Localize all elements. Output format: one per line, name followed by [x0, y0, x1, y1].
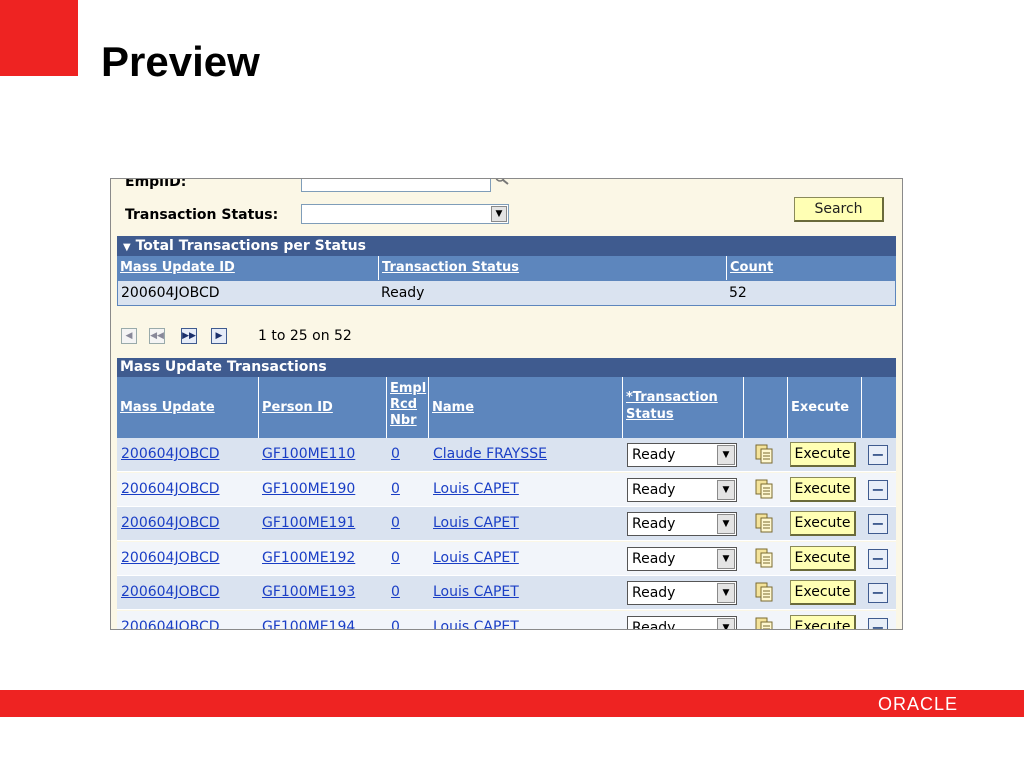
chevron-down-icon[interactable]: ▼ [717, 583, 735, 603]
name-link[interactable]: Claude FRAYSSE [429, 446, 547, 462]
name-link[interactable]: Louis CAPET [429, 515, 519, 531]
emplid-label: EmplID: [125, 178, 187, 190]
totals-count: 52 [729, 285, 747, 301]
delete-row-button[interactable]: − [868, 549, 888, 569]
oracle-logo: ORACLE [877, 694, 958, 714]
transaction-details-icon[interactable] [755, 444, 773, 464]
mass-update-link[interactable]: 200604JOBCD [117, 619, 220, 629]
person-id-link[interactable]: GF100ME190 [258, 481, 355, 497]
delete-row-button[interactable]: − [868, 445, 888, 465]
transactions-grid-title: Mass Update Transactions [117, 358, 896, 377]
transaction-status-dropdown[interactable]: Ready ▼ [627, 547, 737, 571]
transaction-status-label: Transaction Status: [125, 207, 279, 223]
pager-text: 1 to 25 on 52 [258, 328, 352, 344]
totals-mass-update-id: 200604JOBCD [121, 285, 220, 301]
person-id-link[interactable]: GF100ME191 [258, 515, 355, 531]
execute-button[interactable]: Execute [790, 615, 856, 629]
transaction-details-icon[interactable] [755, 582, 773, 602]
transaction-status-dropdown[interactable]: Ready ▼ [627, 616, 737, 629]
name-link[interactable]: Louis CAPET [429, 619, 519, 629]
col-execute: Execute [788, 377, 862, 438]
col-details [744, 377, 788, 438]
peoplesoft-screenshot: EmplID: Transaction Status: ▼ Search ▼ T… [110, 178, 903, 630]
transaction-status-select[interactable]: ▼ [301, 204, 509, 224]
transaction-details-icon[interactable] [755, 513, 773, 533]
col-status-line1: *Transaction [626, 390, 718, 405]
totals-status: Ready [381, 285, 425, 301]
chevron-down-icon[interactable]: ▼ [717, 445, 735, 465]
previous-page-icon[interactable]: ◀◀ [149, 328, 165, 344]
execute-button[interactable]: Execute [790, 580, 856, 605]
col-empl-rcd-line2: Rcd [390, 397, 418, 412]
transaction-status-dropdown[interactable]: Ready ▼ [627, 443, 737, 467]
col-empl-rcd-line3: Nbr [390, 413, 417, 428]
execute-button[interactable]: Execute [790, 442, 856, 467]
chevron-down-icon[interactable]: ▼ [717, 549, 735, 569]
mass-update-link[interactable]: 200604JOBCD [117, 446, 220, 462]
col-mass-update[interactable]: Mass Update [117, 377, 259, 438]
execute-button[interactable]: Execute [790, 511, 856, 536]
transaction-status-dropdown[interactable]: Ready ▼ [627, 478, 737, 502]
delete-row-button[interactable]: − [868, 618, 888, 629]
chevron-down-icon[interactable]: ▼ [717, 480, 735, 500]
transaction-status-dropdown[interactable]: Ready ▼ [627, 581, 737, 605]
emplid-input[interactable] [301, 179, 491, 192]
col-count[interactable]: Count [727, 256, 896, 280]
chevron-down-icon[interactable]: ▼ [717, 618, 735, 629]
collapse-triangle-icon[interactable]: ▼ [123, 242, 131, 253]
execute-button[interactable]: Execute [790, 477, 856, 502]
empl-rcd-link[interactable]: 0 [387, 481, 400, 497]
col-mass-update-id[interactable]: Mass Update ID [117, 256, 379, 280]
transaction-status-dropdown[interactable]: Ready ▼ [627, 512, 737, 536]
brand-red-square [0, 0, 78, 76]
col-delete [862, 377, 896, 438]
name-link[interactable]: Louis CAPET [429, 550, 519, 566]
mass-update-link[interactable]: 200604JOBCD [117, 550, 220, 566]
transaction-details-icon[interactable] [755, 479, 773, 499]
name-link[interactable]: Louis CAPET [429, 584, 519, 600]
col-person-id[interactable]: Person ID [259, 377, 387, 438]
col-name[interactable]: Name [429, 377, 623, 438]
delete-row-button[interactable]: − [868, 514, 888, 534]
col-empl-rcd-nbr[interactable]: Empl Rcd Nbr [387, 377, 429, 438]
transaction-details-icon[interactable] [755, 548, 773, 568]
last-page-icon[interactable]: ▶ [211, 328, 227, 344]
delete-row-button[interactable]: − [868, 583, 888, 603]
magnifier-icon[interactable] [495, 178, 511, 187]
empl-rcd-link[interactable]: 0 [387, 550, 400, 566]
footer-bar: ORACLE [0, 690, 1024, 717]
totals-grid-header[interactable]: ▼ Total Transactions per Status [117, 236, 896, 256]
chevron-down-icon[interactable]: ▼ [717, 514, 735, 534]
empl-rcd-link[interactable]: 0 [387, 515, 400, 531]
empl-rcd-link[interactable]: 0 [387, 619, 400, 629]
totals-grid-title: Total Transactions per Status [135, 238, 366, 254]
totals-row [117, 280, 896, 306]
person-id-link[interactable]: GF100ME110 [258, 446, 355, 462]
col-transaction-status-header[interactable]: *Transaction Status [623, 377, 744, 438]
chevron-down-icon[interactable]: ▼ [491, 206, 507, 222]
next-page-icon[interactable]: ▶▶ [181, 328, 197, 344]
mass-update-link[interactable]: 200604JOBCD [117, 481, 220, 497]
person-id-link[interactable]: GF100ME194 [258, 619, 355, 629]
col-empl-rcd-line1: Empl [390, 381, 427, 396]
person-id-link[interactable]: GF100ME192 [258, 550, 355, 566]
empl-rcd-link[interactable]: 0 [387, 446, 400, 462]
execute-button[interactable]: Execute [790, 546, 856, 571]
mass-update-link[interactable]: 200604JOBCD [117, 515, 220, 531]
slide-title: Preview [101, 38, 260, 85]
first-page-icon[interactable]: ◀ [121, 328, 137, 344]
col-status-line2: Status [626, 407, 674, 422]
transaction-details-icon[interactable] [755, 617, 773, 630]
person-id-link[interactable]: GF100ME193 [258, 584, 355, 600]
search-button[interactable]: Search [794, 197, 884, 222]
name-link[interactable]: Louis CAPET [429, 481, 519, 497]
empl-rcd-link[interactable]: 0 [387, 584, 400, 600]
delete-row-button[interactable]: − [868, 480, 888, 500]
mass-update-link[interactable]: 200604JOBCD [117, 584, 220, 600]
col-transaction-status[interactable]: Transaction Status [379, 256, 727, 280]
